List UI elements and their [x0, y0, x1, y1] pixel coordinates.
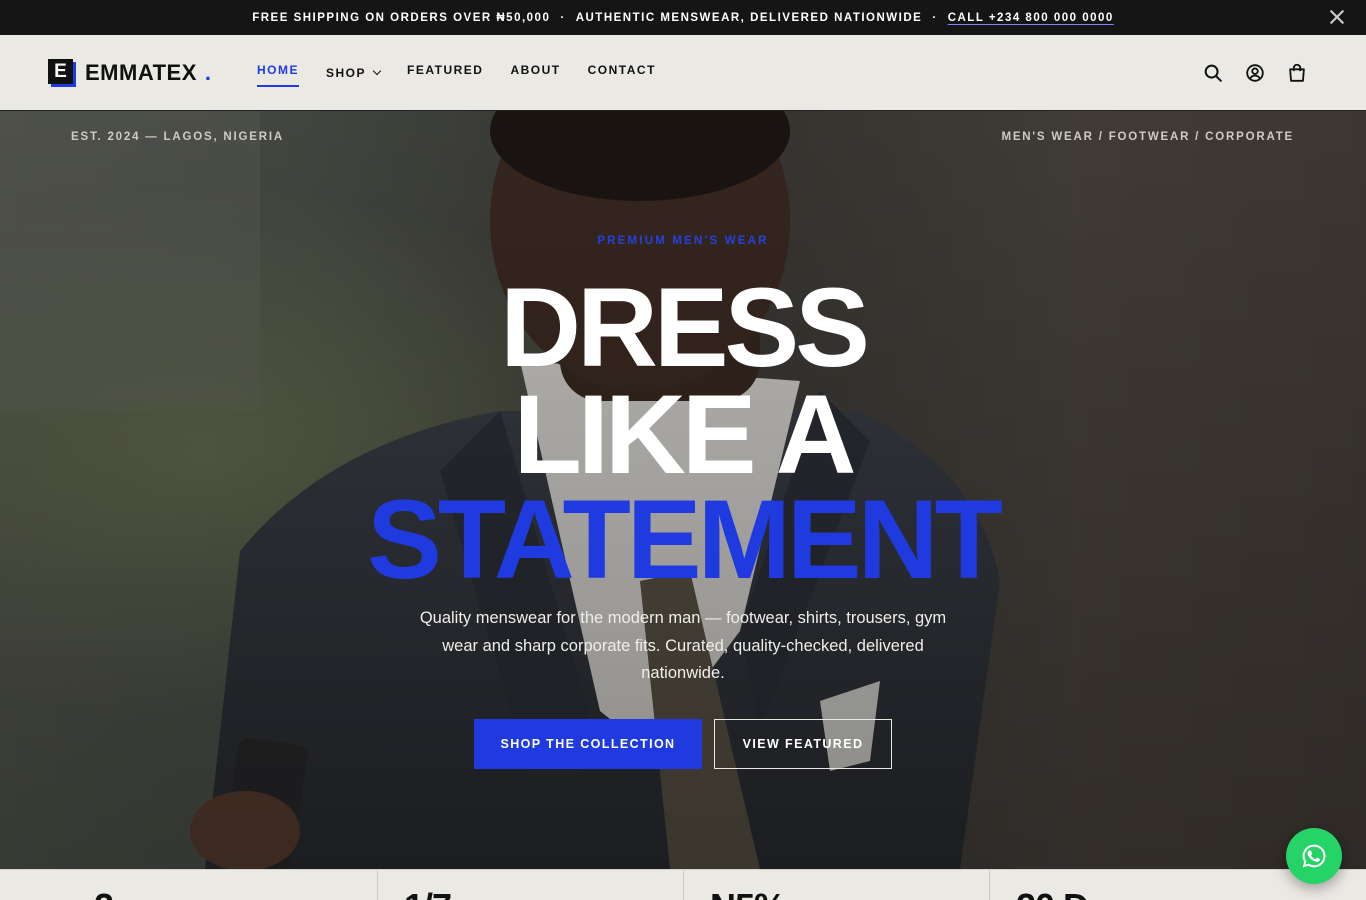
shop-collection-button[interactable]: SHOP THE COLLECTION — [474, 719, 702, 769]
stat-value: 2 — [94, 886, 114, 900]
whatsapp-icon — [1302, 844, 1326, 868]
announcement-tagline: AUTHENTIC MENSWEAR, DELIVERED NATIONWIDE — [575, 11, 923, 24]
site-header: E EMMATEX . HOME SHOP FEATURED ABOUT CON… — [0, 35, 1366, 111]
hero-section: EST. 2024 — LAGOS, NIGERIA MEN'S WEAR / … — [0, 111, 1366, 869]
stat-item: 2 — [0, 870, 378, 900]
stat-item: 20 D — [990, 870, 1296, 900]
announcement-separator: · — [560, 11, 566, 24]
announcement-bar: FREE SHIPPING ON ORDERS OVER ₦50,000 · A… — [0, 0, 1366, 35]
brand-name: EMMATEX — [85, 60, 197, 85]
hero-eyebrow: PREMIUM MEN'S WEAR — [597, 235, 769, 247]
stat-item: N5% — [684, 870, 990, 900]
nav-shop[interactable]: SHOP — [326, 66, 382, 80]
hero-headline-line2: LIKE A — [513, 372, 857, 497]
stat-value: N5% — [710, 886, 786, 900]
announcement-shipping: FREE SHIPPING ON ORDERS OVER ₦50,000 — [252, 11, 551, 24]
hero-meta-right: MEN'S WEAR / FOOTWEAR / CORPORATE — [1001, 131, 1294, 143]
hero-headline-line3: STATEMENT — [367, 477, 1003, 602]
nav-about[interactable]: ABOUT — [510, 63, 560, 77]
stat-item: 1/7 — [378, 870, 684, 900]
stat-value: 1/7 — [404, 886, 452, 900]
account-icon[interactable] — [1244, 62, 1266, 84]
logo-letter: E — [48, 59, 73, 84]
stats-strip: 2 1/7 N5% 20 D — [0, 869, 1366, 900]
hero-headline-line1: DRESS — [500, 265, 870, 390]
brand-dot: . — [204, 60, 211, 85]
hero-subtitle: Quality menswear for the modern man — fo… — [419, 609, 947, 682]
hero-meta-left: EST. 2024 — LAGOS, NIGERIA — [71, 131, 284, 143]
chevron-down-icon — [372, 66, 382, 76]
stat-value: 20 D — [1016, 886, 1089, 900]
call-link[interactable]: CALL +234 800 000 0000 — [948, 12, 1114, 24]
logo[interactable]: E EMMATEX . — [48, 58, 211, 88]
whatsapp-button[interactable] — [1286, 828, 1342, 884]
close-icon[interactable] — [1328, 8, 1346, 26]
nav-home[interactable]: HOME — [257, 63, 299, 87]
logo-mark: E — [48, 59, 76, 87]
search-icon[interactable] — [1202, 62, 1224, 84]
nav-shop-label: SHOP — [326, 66, 367, 80]
nav-featured[interactable]: FEATURED — [407, 63, 483, 77]
main-nav: HOME SHOP FEATURED ABOUT CONTACT — [257, 63, 683, 87]
cart-icon[interactable] — [1286, 62, 1308, 84]
nav-contact[interactable]: CONTACT — [588, 63, 656, 77]
header-actions — [1182, 62, 1308, 84]
view-featured-button[interactable]: VIEW FEATURED — [714, 719, 892, 769]
announcement-separator: · — [932, 11, 938, 24]
